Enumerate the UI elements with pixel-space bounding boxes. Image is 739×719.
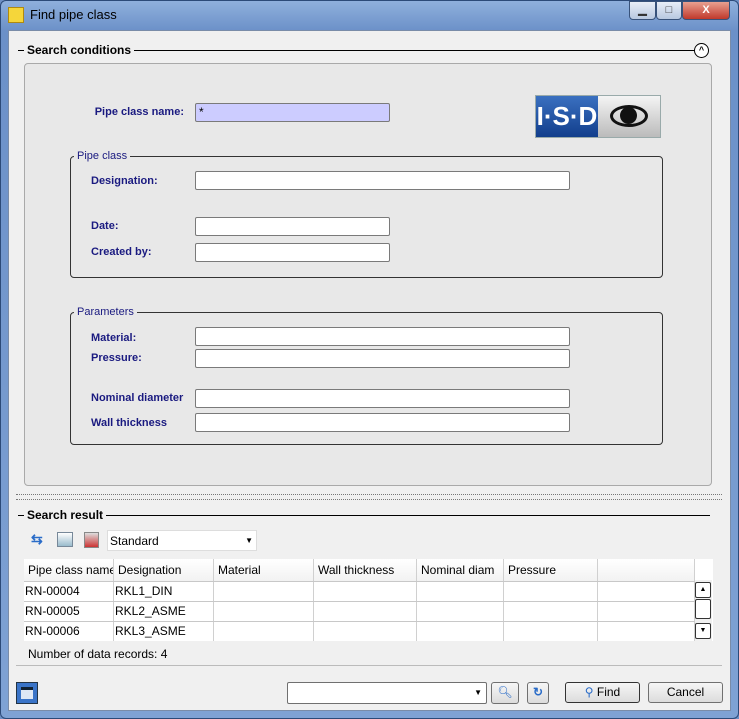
pipe-class-name-input[interactable]: * (195, 103, 390, 122)
designation-label: Designation: (91, 175, 158, 187)
table-cell (504, 582, 598, 601)
date-label: Date: (91, 220, 119, 232)
table-cell (417, 582, 504, 601)
table-cell: RKL2_ASME (114, 602, 214, 621)
table-cell: RKL3_ASME (114, 622, 214, 641)
isd-logo: I·S·D (535, 95, 661, 138)
column-header[interactable]: Wall thickness (314, 559, 417, 581)
table-row[interactable]: RN-00005 RKL2_ASME (24, 602, 695, 622)
find-label: Find (596, 685, 621, 699)
scroll-down-button[interactable]: ▼ (695, 623, 711, 639)
scrollbar[interactable]: ▲ ▼ (695, 580, 712, 641)
table-cell (214, 622, 314, 641)
table-header: Pipe class name Designation Material Wall t… (24, 559, 695, 582)
records-count: Number of data records: 4 (28, 647, 168, 661)
table-cell (314, 602, 417, 621)
maximize-button[interactable]: □ (656, 1, 682, 20)
date-input[interactable] (195, 217, 390, 236)
view-select[interactable]: Standard ▼ (107, 530, 257, 551)
view-select-value: Standard (110, 534, 159, 548)
table-cell (417, 602, 504, 621)
chevron-down-icon: ▼ (245, 536, 253, 545)
column-header[interactable]: Designation (114, 559, 214, 581)
table-cell: RN-00004 (24, 582, 114, 601)
column-header[interactable]: Pressure (504, 559, 598, 581)
table-cell (504, 602, 598, 621)
table-settings-icon[interactable] (57, 532, 73, 547)
table-cell (598, 602, 695, 621)
results-table: Pipe class name Designation Material Wall t… (24, 559, 713, 641)
table-row[interactable]: RN-00006 RKL3_ASME (24, 622, 695, 641)
material-input[interactable] (195, 327, 570, 346)
column-header[interactable] (598, 559, 695, 581)
minimize-button[interactable]: ▁ (629, 1, 656, 20)
table-cell: RN-00006 (24, 622, 114, 641)
table-cell (598, 582, 695, 601)
scroll-up-button[interactable]: ▲ (695, 582, 711, 598)
chevron-down-icon: ▼ (474, 688, 482, 697)
nominal-diameter-input[interactable] (195, 389, 570, 408)
magnifier-icon: 🔍︎ (497, 685, 513, 699)
find-button[interactable]: ⚲ Find (565, 682, 640, 703)
table-row[interactable]: RN-00004 RKL1_DIN (24, 582, 695, 602)
search-conditions-title: Search conditions (24, 43, 135, 57)
pipe-class-name-label: Pipe class name: (94, 106, 184, 118)
refresh-icon: ↻ (532, 685, 544, 699)
wall-thickness-label: Wall thickness (91, 417, 168, 429)
divider (16, 665, 722, 666)
table-cell: RKL1_DIN (114, 582, 214, 601)
nominal-diameter-label: Nominal diameter (91, 392, 184, 404)
table-cell (214, 582, 314, 601)
app-icon (8, 7, 24, 23)
window-mode-button[interactable] (16, 682, 38, 704)
refresh-button[interactable]: ↻ (527, 682, 549, 704)
table-cell (314, 582, 417, 601)
export-icon[interactable] (84, 532, 99, 548)
search-options-button[interactable]: 🔍︎ (491, 682, 519, 704)
section-divider (18, 515, 710, 516)
column-header[interactable]: Material (214, 559, 314, 581)
material-label: Material: (91, 332, 137, 344)
window-title: Find pipe class (30, 7, 117, 22)
table-cell (417, 622, 504, 641)
wall-thickness-input[interactable] (195, 413, 570, 432)
created-by-input[interactable] (195, 243, 390, 262)
designation-input[interactable] (195, 171, 570, 190)
table-cell: RN-00005 (24, 602, 114, 621)
table-cell (504, 622, 598, 641)
created-by-label: Created by: (91, 246, 152, 258)
sync-icon[interactable]: ⇆ (31, 531, 47, 547)
splitter[interactable] (16, 494, 722, 500)
table-cell (598, 622, 695, 641)
column-header[interactable]: Pipe class name (24, 559, 114, 581)
pressure-input[interactable] (195, 349, 570, 368)
search-result-title: Search result (24, 508, 107, 522)
parameters-legend: Parameters (74, 306, 137, 318)
collapse-button[interactable]: ^ (694, 43, 709, 58)
table-cell (314, 622, 417, 641)
saved-search-select[interactable]: ▼ (287, 682, 487, 704)
scroll-thumb[interactable] (695, 599, 711, 619)
pipe-class-legend: Pipe class (74, 150, 131, 162)
table-cell (214, 602, 314, 621)
cancel-button[interactable]: Cancel (648, 682, 723, 703)
column-header[interactable]: Nominal diam (417, 559, 504, 581)
close-button[interactable]: X (682, 1, 730, 20)
magnifier-icon: ⚲ (584, 685, 597, 699)
pressure-label: Pressure: (91, 352, 142, 364)
